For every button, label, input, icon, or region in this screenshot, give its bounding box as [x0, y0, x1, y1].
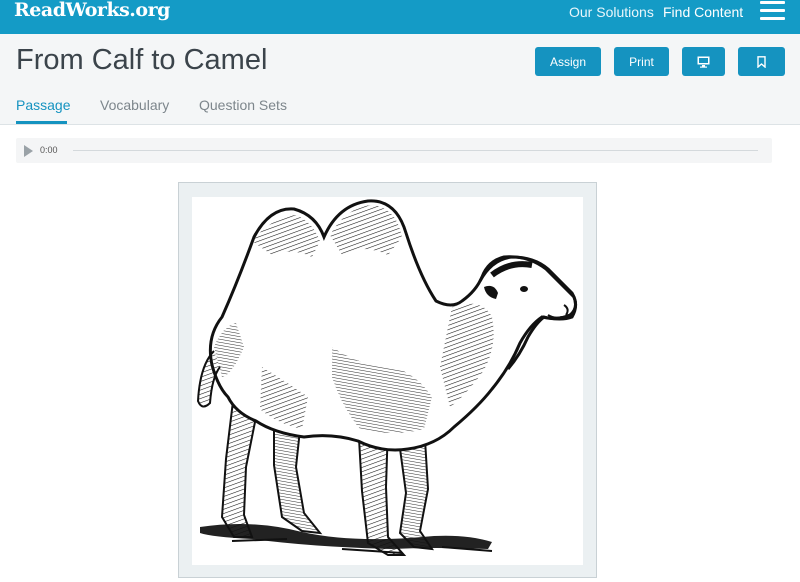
camel-illustration	[192, 197, 583, 565]
audio-player: 0:00	[16, 138, 772, 163]
print-button[interactable]: Print	[614, 47, 669, 76]
play-icon[interactable]	[24, 145, 33, 157]
our-solutions-link[interactable]: Our Solutions	[569, 4, 654, 20]
camel-drawing	[196, 199, 578, 556]
tab-vocabulary[interactable]: Vocabulary	[100, 97, 169, 113]
hamburger-menu-icon[interactable]	[760, 1, 785, 21]
page-title: From Calf to Camel	[16, 44, 268, 76]
tab-passage[interactable]: Passage	[16, 97, 70, 113]
top-navigation-bar: ReadWorks.org Our Solutions Find Content	[0, 0, 800, 34]
bookmark-button[interactable]	[738, 47, 785, 76]
find-content-link[interactable]: Find Content	[663, 4, 743, 20]
passage-figure	[178, 182, 597, 578]
audio-time: 0:00	[40, 145, 58, 155]
audio-progress-track[interactable]	[73, 150, 758, 151]
readworks-logo[interactable]: ReadWorks.org	[14, 0, 170, 21]
active-tab-indicator	[16, 121, 67, 124]
present-button[interactable]	[682, 47, 725, 76]
passage-header: From Calf to Camel Assign Print Passage …	[0, 34, 800, 125]
monitor-icon	[697, 56, 710, 68]
assign-button[interactable]: Assign	[535, 47, 601, 76]
tab-question-sets[interactable]: Question Sets	[199, 97, 287, 113]
bookmark-icon	[757, 55, 766, 68]
